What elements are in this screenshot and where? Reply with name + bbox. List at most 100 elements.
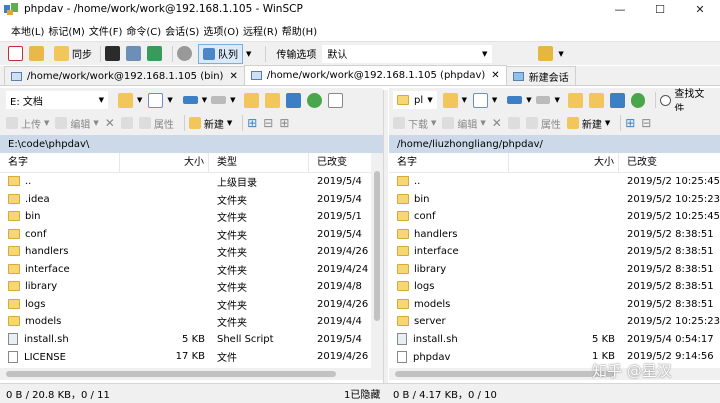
tab-session-bin[interactable]: /home/work/work@192.168.1.105 (bin) ✕ (4, 66, 245, 85)
file-row[interactable]: conf 文件夹 2019/5/4 (0, 226, 371, 244)
transfer-settings-icon[interactable] (538, 46, 554, 61)
file-row[interactable]: .. 上级目录 2019/5/4 (0, 173, 371, 191)
scrollbar-thumb[interactable] (374, 171, 380, 321)
preferences-gear-icon[interactable] (177, 46, 192, 61)
root-directory-icon[interactable] (588, 92, 604, 108)
file-row[interactable]: interface 2019/5/2 8:38:51 (389, 243, 720, 261)
back-dropdown-icon[interactable]: ▼ (526, 96, 531, 104)
file-row[interactable]: server 2019/5/2 10:25:23 (389, 313, 720, 331)
parent-directory-icon[interactable] (567, 92, 583, 108)
column-modified[interactable]: 已改变 (619, 153, 720, 173)
filter-icon[interactable] (148, 92, 164, 108)
rename-icon[interactable] (120, 117, 133, 129)
download-button[interactable]: 下载 ▼ (393, 116, 436, 131)
synchronize-browsing-icon[interactable] (29, 46, 44, 61)
select-all-button[interactable]: ⊞ (625, 116, 635, 130)
transfer-preset-select[interactable]: 默认 ▼ (322, 44, 493, 63)
column-size[interactable]: 大小 (509, 153, 619, 173)
terminal-icon[interactable] (105, 46, 120, 61)
column-type[interactable]: 类型 (209, 153, 309, 173)
forward-arrow-icon[interactable] (211, 96, 227, 104)
file-row[interactable]: handlers 2019/5/2 8:38:51 (389, 226, 720, 244)
compare-directories-icon[interactable] (8, 46, 23, 61)
menu-mark[interactable]: 标记(M) (48, 23, 84, 38)
parent-directory-icon[interactable] (243, 92, 259, 108)
column-name[interactable]: 名字 (0, 153, 120, 173)
menu-commands[interactable]: 命令(C) (126, 23, 161, 38)
back-arrow-icon[interactable] (182, 96, 198, 104)
refresh-icon[interactable] (630, 92, 646, 108)
file-row[interactable]: models 文件夹 2019/4/4 (0, 313, 371, 331)
properties-button[interactable]: 属性 (525, 116, 561, 131)
close-icon[interactable]: ✕ (491, 70, 499, 81)
file-row[interactable]: bin 2019/5/2 10:25:23 (389, 191, 720, 209)
menu-options[interactable]: 选项(O) (203, 23, 239, 38)
new-button[interactable]: 新建 ▼ (566, 116, 610, 131)
file-row[interactable]: library 文件夹 2019/4/8 (0, 278, 371, 296)
queue-button[interactable]: 队列 (198, 43, 243, 64)
home-icon[interactable] (285, 92, 301, 108)
open-folder-dropdown-icon[interactable]: ▼ (462, 96, 467, 104)
scrollbar-thumb[interactable] (395, 371, 615, 377)
panel-splitter[interactable] (383, 90, 388, 383)
file-row[interactable]: logs 文件夹 2019/4/26 (0, 296, 371, 314)
column-size[interactable]: 大小 (120, 153, 209, 173)
local-hidden-count[interactable]: 1已隐藏 (344, 386, 380, 401)
rename-icon[interactable] (507, 117, 520, 129)
file-row[interactable]: install.sh 5 KB Shell Script 2019/5/4 (0, 331, 371, 349)
file-row[interactable]: handlers 文件夹 2019/4/26 (0, 243, 371, 261)
putty-icon[interactable] (126, 46, 141, 61)
back-arrow-icon[interactable] (507, 96, 523, 104)
menu-local[interactable]: 本地(L) (11, 23, 44, 38)
edit-button[interactable]: 编辑 ▼ (442, 116, 486, 131)
remote-directory-select[interactable]: pl ▼ (393, 91, 437, 109)
open-folder-icon[interactable] (118, 92, 133, 108)
open-folder-dropdown-icon[interactable]: ▼ (137, 96, 142, 104)
select-all-button[interactable]: ⊞ (247, 116, 257, 130)
deselect-button[interactable]: ⊟ (263, 116, 273, 130)
back-dropdown-icon[interactable]: ▼ (202, 96, 207, 104)
delete-button[interactable]: ✕ (492, 116, 502, 130)
tab-new-session[interactable]: 新建会话 (505, 66, 576, 85)
menu-files[interactable]: 文件(F) (89, 23, 123, 38)
find-icon[interactable] (327, 92, 343, 108)
refresh-icon[interactable] (306, 92, 322, 108)
local-file-list[interactable]: 名字 大小 类型 已改变 .. 上级目录 2019/5/4 .idea 文件夹 2019/… (0, 153, 371, 368)
maximize-button[interactable]: ☐ (640, 0, 680, 18)
close-button[interactable]: ✕ (680, 0, 720, 18)
local-drive-select[interactable]: E: 文档 ▼ (6, 91, 108, 109)
synchronize-button[interactable]: 同步 (50, 44, 96, 64)
file-row[interactable]: install.sh 5 KB 2019/5/4 0:54:17 (389, 331, 720, 349)
file-row[interactable]: interface 文件夹 2019/4/24 (0, 261, 371, 279)
file-row[interactable]: .. 2019/5/2 10:25:45 (389, 173, 720, 191)
upload-button[interactable]: 上传 ▼ (6, 116, 49, 131)
file-row[interactable]: models 2019/5/2 8:38:51 (389, 296, 720, 314)
file-row[interactable]: .idea 文件夹 2019/5/4 (0, 191, 371, 209)
column-name[interactable]: 名字 (389, 153, 509, 173)
menu-help[interactable]: 帮助(H) (282, 23, 317, 38)
console-icon[interactable] (147, 46, 162, 61)
column-modified[interactable]: 已改变 (309, 153, 371, 173)
remote-file-list[interactable]: 名字 大小 已改变 .. 2019/5/2 10:25:45 bin 2019/5/2… (389, 153, 720, 368)
local-vertical-scrollbar[interactable] (371, 153, 383, 368)
forward-dropdown-icon[interactable]: ▼ (230, 96, 235, 104)
filter-icon[interactable] (473, 92, 488, 108)
invert-selection-button[interactable]: ⊞ (279, 116, 289, 130)
queue-dropdown-icon[interactable]: ▼ (246, 50, 251, 58)
transfer-settings-dropdown-icon[interactable]: ▼ (558, 50, 563, 58)
close-icon[interactable]: ✕ (229, 71, 237, 82)
delete-button[interactable]: ✕ (105, 116, 115, 130)
home-icon[interactable] (609, 92, 625, 108)
forward-arrow-icon[interactable] (535, 96, 551, 104)
file-row[interactable]: conf 2019/5/2 10:25:45 (389, 208, 720, 226)
filter-dropdown-icon[interactable]: ▼ (492, 96, 497, 104)
new-button[interactable]: 新建 ▼ (188, 116, 232, 131)
forward-dropdown-icon[interactable]: ▼ (554, 96, 559, 104)
filter-dropdown-icon[interactable]: ▼ (167, 96, 172, 104)
deselect-button[interactable]: ⊟ (641, 116, 651, 130)
menu-session[interactable]: 会话(S) (165, 23, 199, 38)
file-row[interactable]: LICENSE 17 KB 文件 2019/4/26 (0, 348, 371, 366)
open-folder-icon[interactable] (442, 92, 458, 108)
minimize-button[interactable]: — (600, 0, 640, 18)
menu-remote[interactable]: 远程(R) (243, 23, 278, 38)
